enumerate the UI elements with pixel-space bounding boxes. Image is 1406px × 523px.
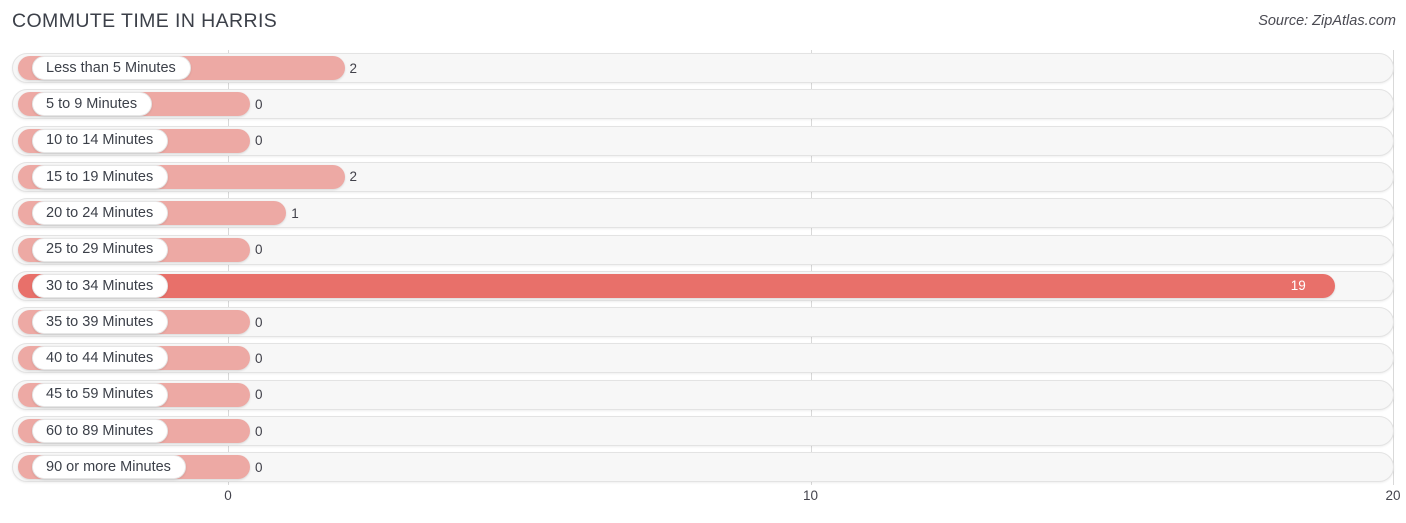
- category-label-pill[interactable]: 30 to 34 Minutes: [32, 273, 169, 298]
- page-title: COMMUTE TIME IN HARRIS: [12, 10, 278, 32]
- chart-row[interactable]: 45 to 59 Minutes 0: [12, 379, 1394, 410]
- category-label: 30 to 34 Minutes: [46, 277, 154, 294]
- category-label: 20 to 24 Minutes: [46, 204, 154, 221]
- x-axis-tick-label: 0: [224, 488, 232, 503]
- category-label-pill[interactable]: 25 to 29 Minutes: [32, 237, 169, 262]
- bar-value-label: 0: [255, 387, 263, 403]
- chart-row[interactable]: Less than 5 Minutes 2: [12, 53, 1394, 83]
- chart-header: COMMUTE TIME IN HARRIS Source: ZipAtlas.…: [0, 0, 1406, 46]
- category-label-pill[interactable]: 10 to 14 Minutes: [32, 128, 169, 153]
- category-label-pill[interactable]: 40 to 44 Minutes: [32, 346, 169, 371]
- x-axis: 0 10 20: [0, 486, 1406, 523]
- bar-value-label: 0: [255, 242, 263, 257]
- bar[interactable]: [18, 273, 1335, 298]
- bar-value-label: 19: [1290, 278, 1306, 294]
- chart-row[interactable]: 35 to 39 Minutes 0: [12, 307, 1394, 338]
- chart-row[interactable]: 30 to 34 Minutes 19: [12, 270, 1394, 301]
- bar-value-label: 0: [255, 423, 263, 439]
- bar-value-label: 0: [255, 133, 263, 149]
- chart-row[interactable]: 25 to 29 Minutes 0: [12, 234, 1394, 265]
- category-label: 5 to 9 Minutes: [46, 96, 138, 113]
- category-label: 45 to 59 Minutes: [46, 386, 154, 403]
- bar-value-label: 1: [291, 205, 299, 221]
- bar-value-label: 0: [255, 96, 263, 112]
- chart-row[interactable]: 15 to 19 Minutes 2: [12, 161, 1394, 192]
- category-label-pill[interactable]: 60 to 89 Minutes: [32, 419, 169, 443]
- category-label: 60 to 89 Minutes: [46, 422, 154, 439]
- category-label: 25 to 29 Minutes: [46, 241, 154, 258]
- category-label-pill[interactable]: 5 to 9 Minutes: [32, 92, 153, 117]
- chart-plot-area: Less than 5 Minutes 2 5 to 9 Minutes 0 10 to…: [0, 50, 1406, 485]
- category-label-pill[interactable]: 45 to 59 Minutes: [32, 382, 169, 407]
- category-label: 10 to 14 Minutes: [46, 132, 154, 149]
- x-axis-tick-label: 10: [802, 488, 819, 503]
- category-label-pill[interactable]: Less than 5 Minutes: [32, 56, 191, 80]
- category-label-pill[interactable]: 15 to 19 Minutes: [32, 164, 169, 189]
- category-label-pill[interactable]: 35 to 39 Minutes: [32, 310, 169, 335]
- source-attribution: Source: ZipAtlas.com: [1258, 13, 1396, 29]
- category-label: 40 to 44 Minutes: [46, 350, 154, 367]
- category-label-pill[interactable]: 90 or more Minutes: [32, 455, 186, 480]
- chart-row[interactable]: 10 to 14 Minutes 0: [12, 125, 1394, 156]
- category-label: 35 to 39 Minutes: [46, 313, 154, 330]
- bar-value-label: 0: [255, 459, 263, 475]
- bar-value-label: 0: [255, 314, 263, 330]
- chart-row[interactable]: 20 to 24 Minutes 1: [12, 198, 1394, 229]
- chart-row[interactable]: 90 or more Minutes 0: [12, 452, 1394, 483]
- category-label: 15 to 19 Minutes: [46, 168, 154, 185]
- chart-row[interactable]: 5 to 9 Minutes 0: [12, 89, 1394, 120]
- category-label: Less than 5 Minutes: [46, 59, 176, 76]
- x-axis-tick-label: 20: [1385, 488, 1401, 503]
- chart-row[interactable]: 40 to 44 Minutes 0: [12, 343, 1394, 374]
- bar-value-label: 2: [349, 169, 358, 185]
- chart-row[interactable]: 60 to 89 Minutes 0: [12, 416, 1394, 446]
- category-label: 90 or more Minutes: [46, 459, 171, 476]
- bar-value-label: 2: [349, 60, 358, 76]
- bar-value-label: 0: [255, 350, 263, 366]
- category-label-pill[interactable]: 20 to 24 Minutes: [32, 201, 169, 226]
